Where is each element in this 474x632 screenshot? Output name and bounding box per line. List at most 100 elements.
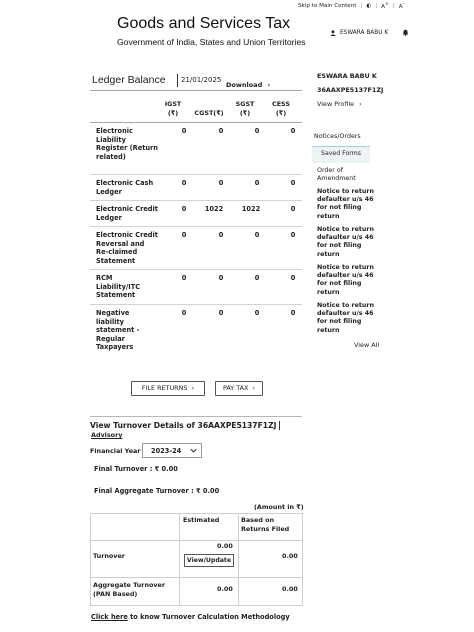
view-profile-link[interactable]: View Profile › [317,100,362,108]
ledger-row-negative-liability[interactable]: Negative liability statement - Regular T… [96,309,158,352]
view-update-button[interactable]: View/Update [184,554,234,567]
ledger-value: 0 [254,309,260,317]
row-divider [90,226,302,227]
ledger-row-credit-reversal[interactable]: Electronic Credit Reversal and Re-claime… [96,231,158,265]
pay-tax-label: PAY TAX [222,384,249,392]
ledger-value: 0 [218,309,224,317]
ledger-value: 0 [218,231,224,239]
financial-year-label: Financial Year [90,447,141,455]
row-divider [90,269,302,270]
row-aggregate-label: Aggregate Turnover (PAN Based) [93,581,166,598]
ledger-row-rcm-liability[interactable]: RCM Liability/ITC Statement [96,274,158,300]
chevron-right-icon: › [252,384,256,392]
user-name: ESWARA BABU K [340,29,389,36]
tab-notices-orders[interactable]: Notices/Orders [312,131,370,147]
aggregate-estimated-value: 0.00 [217,585,233,593]
ledger-value: 0 [181,205,187,213]
ledger-value: 0 [254,127,260,135]
site-title[interactable]: Goods and Services Tax [117,15,290,33]
turnover-returns-value: 0.00 [282,552,298,560]
view-profile-label: View Profile [317,100,355,108]
col-header-igst: IGST (₹) [158,100,188,118]
table-gridline [179,514,180,605]
skip-to-main-link[interactable]: Skip to Main Content [298,3,356,9]
ledger-value: 0 [181,231,187,239]
ledger-balance-title: Ledger Balance [92,74,166,86]
col-based-on-returns: Based on Returns Filed [241,516,290,533]
row-divider [90,200,302,201]
ledger-value: 0 [290,309,296,317]
col-header-unit: (₹) [167,109,179,117]
advisory-link[interactable]: Advisory [91,431,122,439]
ledger-header-divider [90,90,302,91]
user-icon [330,29,336,36]
ledger-value: 0 [254,179,260,187]
col-header-text: IGST [164,100,182,108]
col-header-cgst: CGST(₹) [192,109,226,118]
ledger-value: 0 [254,274,260,282]
download-link[interactable]: Download › [226,81,270,89]
download-label: Download [226,81,263,89]
file-returns-button[interactable]: FILE RETURNS › [131,381,205,396]
col-header-text: CESS [272,100,290,108]
notice-item[interactable]: Notice to return defaulter u/s 46 for no… [317,264,377,297]
profile-gstin: 36AAXPE5137F1ZJ [317,86,384,94]
ledger-value: 0 [181,179,187,187]
col-header-text: CGST(₹) [194,109,224,117]
col-header-text: SGST [235,100,255,108]
ledger-date: 21/01/2025 [177,74,221,87]
row-turnover-label: Turnover [93,552,125,560]
high-contrast-icon[interactable]: ◐ [366,3,371,9]
ledger-value: 0 [218,274,224,282]
site-subtitle: Government of India, States and Union Te… [117,37,306,47]
turnover-estimated-value: 0.00 [217,542,233,550]
table-header-divider [90,122,302,123]
separator: | [360,2,363,9]
font-increase-button[interactable]: A+ [381,2,389,10]
order-of-amendment-label[interactable]: Order of Amendment [317,167,367,183]
turnover-title-prefix: View Turnover Details of [90,421,195,430]
row-divider [90,174,302,175]
final-turnover-text: Final Turnover : ₹ 0.00 [94,465,178,473]
financial-year-select[interactable]: 2023-24 [142,443,202,458]
notice-item[interactable]: Notice to return defaulter u/s 46 for no… [317,226,377,259]
chevron-right-icon: › [359,100,362,108]
amount-unit-note: (Amount in ₹) [254,503,304,511]
col-header-cess: CESS (₹) [266,100,296,118]
font-decrease-button[interactable]: A- [399,2,405,10]
ledger-row-liability-register[interactable]: Electronic Liability Register (Return re… [96,127,158,161]
table-gridline [91,540,302,541]
ledger-row-cash-ledger[interactable]: Electronic Cash Ledger [96,179,158,196]
ledger-value: 0 [181,127,187,135]
ledger-value: 0 [290,205,296,213]
turnover-gstin: 36AAXPE5137F1ZJ [197,421,281,430]
section-divider [90,416,302,417]
ledger-value: 0 [290,179,296,187]
ledger-value: 0 [290,231,296,239]
ledger-value: 0 [181,274,187,282]
chevron-right-icon: › [191,384,195,392]
row-divider [90,304,302,305]
chevron-down-icon [190,448,197,453]
col-estimated: Estimated [183,516,220,524]
user-menu[interactable]: ESWARA BABU K [330,29,409,36]
ledger-value: 0 [218,127,224,135]
methodology-text: to know Turnover Calculation Methodology [130,613,290,621]
view-all-link[interactable]: View All [354,341,379,349]
separator: | [375,2,378,9]
file-returns-label: FILE RETURNS [141,384,188,392]
col-header-unit: (₹) [275,109,287,117]
financial-year-value: 2023-24 [151,446,182,455]
ledger-row-credit-ledger[interactable]: Electronic Credit Ledger [96,205,158,222]
final-aggregate-turnover-text: Final Aggregate Turnover : ₹ 0.00 [94,487,220,495]
ledger-value: 0 [254,231,260,239]
tab-saved-forms[interactable]: Saved Forms [312,147,370,163]
col-header-unit: (₹) [239,109,251,117]
bell-icon[interactable] [402,29,409,36]
notice-item[interactable]: Notice to return defaulter u/s 46 for no… [317,188,377,221]
pay-tax-button[interactable]: PAY TAX › [215,381,263,396]
ledger-value: 0 [290,274,296,282]
click-here-link[interactable]: Click here [91,613,128,621]
ledger-value: 0 [181,309,187,317]
notice-item[interactable]: Notice to return defaulter u/s 46 for no… [317,302,377,335]
